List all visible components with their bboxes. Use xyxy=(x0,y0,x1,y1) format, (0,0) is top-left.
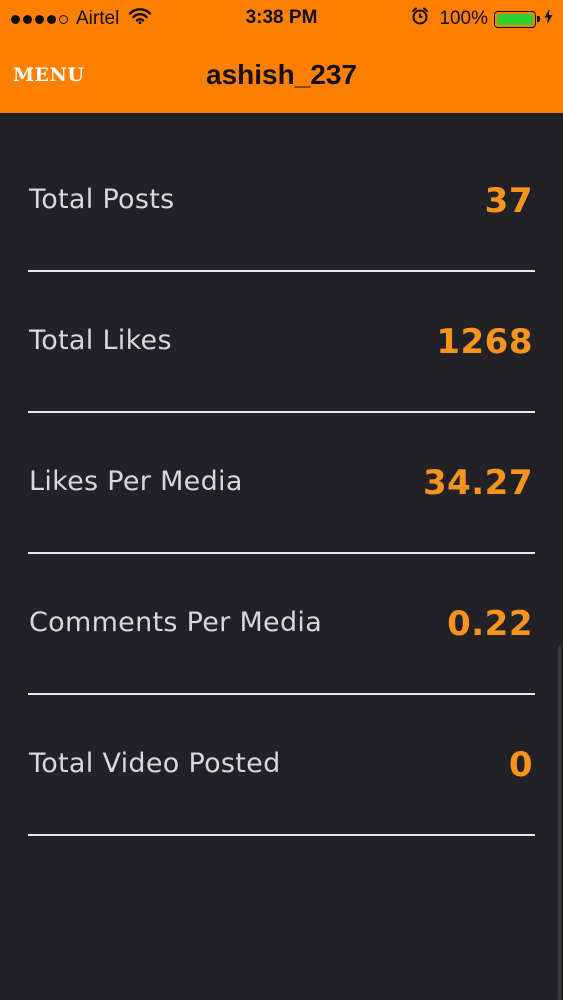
nav-bar: MENU ashish_237 xyxy=(0,38,563,113)
status-right: 100% xyxy=(411,7,553,31)
stat-row-likes-per-media: Likes Per Media 34.27 xyxy=(28,395,535,554)
stat-label: Total Video Posted xyxy=(29,748,281,779)
stat-label: Likes Per Media xyxy=(29,466,243,497)
stat-label: Total Likes xyxy=(29,325,172,356)
status-bar: Airtel 3:38 PM 100% xyxy=(0,0,563,38)
stat-label: Total Posts xyxy=(29,184,175,215)
battery-icon xyxy=(494,10,540,28)
scrollbar[interactable] xyxy=(558,645,561,1000)
battery-percent: 100% xyxy=(439,8,488,29)
stat-label: Comments Per Media xyxy=(29,607,323,638)
app-header: Airtel 3:38 PM 100% MENU ashish_237 xyxy=(0,0,563,113)
stat-row-total-likes: Total Likes 1268 xyxy=(28,254,535,413)
stat-row-total-posts: Total Posts 37 xyxy=(28,113,535,272)
divider xyxy=(28,834,535,836)
stat-row-comments-per-media: Comments Per Media 0.22 xyxy=(28,536,535,695)
charge-icon xyxy=(544,8,553,30)
stat-value: 0.22 xyxy=(447,604,533,644)
battery-tip xyxy=(537,15,540,22)
stat-value: 37 xyxy=(484,181,533,221)
stat-value: 34.27 xyxy=(422,463,533,503)
stat-value: 0 xyxy=(508,745,533,785)
page-title: ashish_237 xyxy=(206,59,357,90)
stat-value: 1268 xyxy=(436,322,533,362)
battery-fill xyxy=(497,13,533,25)
alarm-icon xyxy=(411,7,429,31)
stat-row-total-video-posted: Total Video Posted 0 xyxy=(28,677,535,836)
